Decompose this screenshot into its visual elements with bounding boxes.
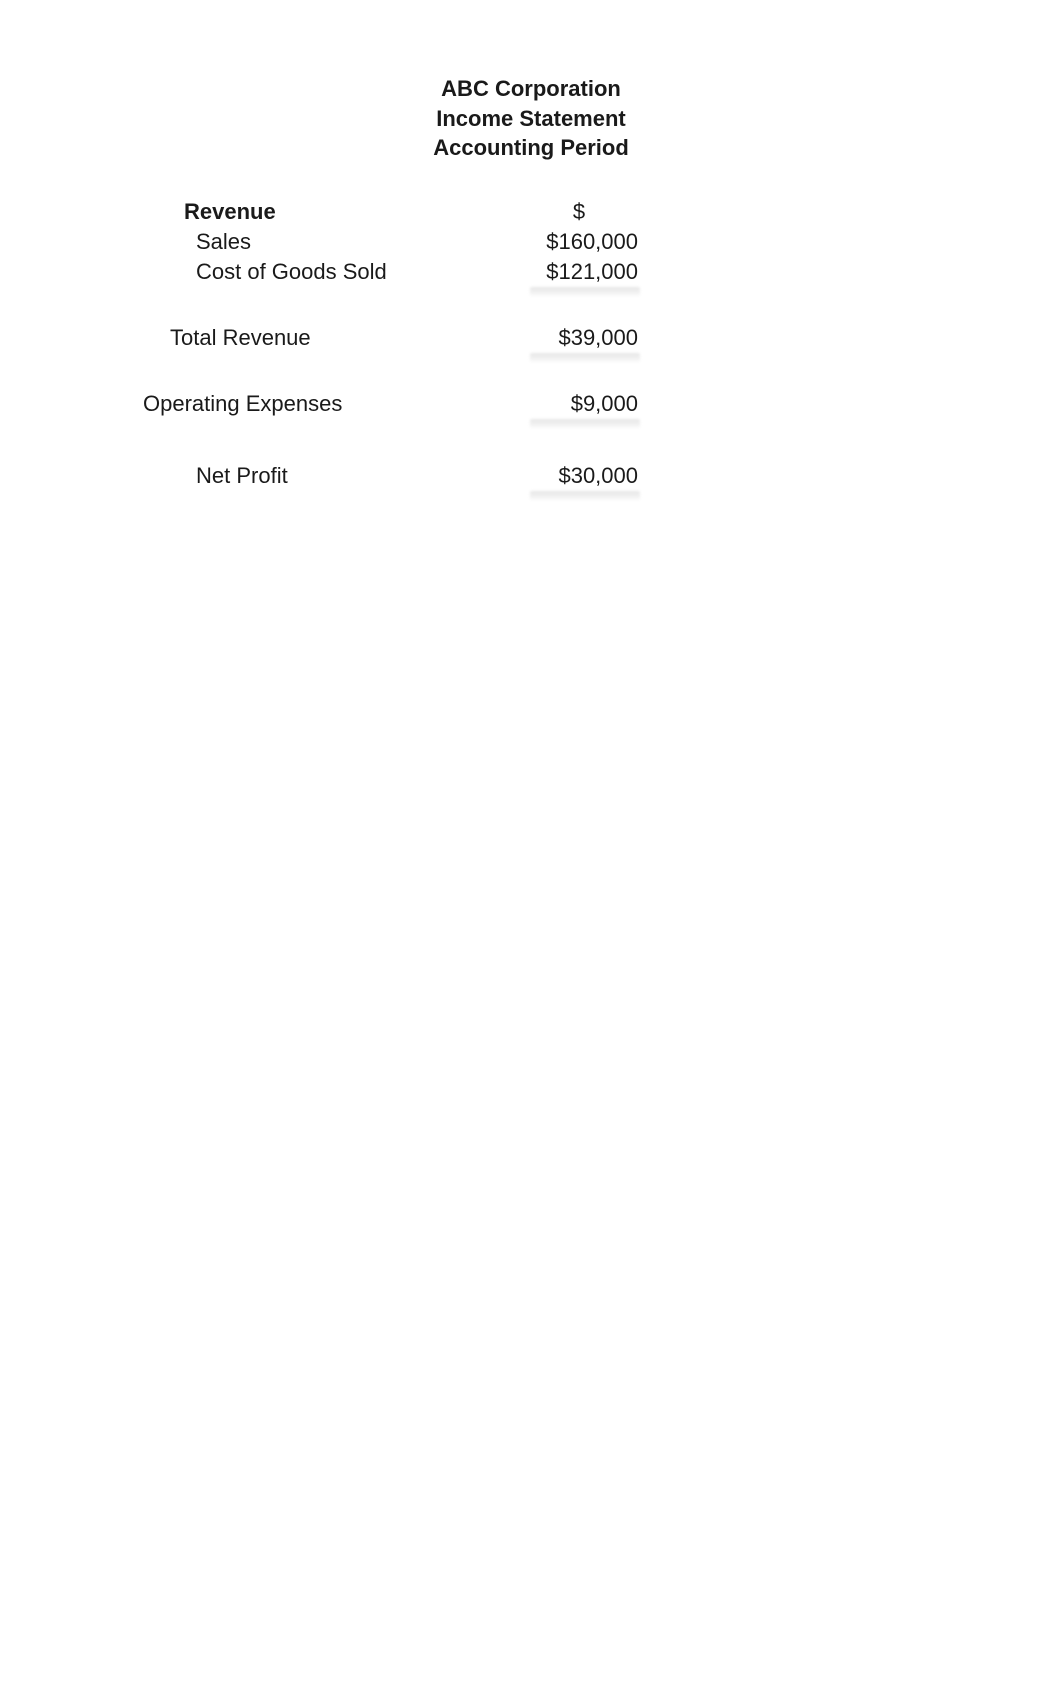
cogs-value-text: $121,000 [546, 259, 638, 284]
net-profit-value-text: $30,000 [558, 463, 638, 488]
cogs-row: Cost of Goods Sold $121,000 [140, 259, 780, 289]
income-statement-document: ABC Corporation Income Statement Account… [0, 0, 1062, 493]
cogs-label: Cost of Goods Sold [140, 259, 520, 285]
spacer [140, 289, 780, 325]
total-revenue-value: $39,000 [520, 325, 640, 351]
revenue-label: Revenue [140, 199, 520, 225]
accounting-period: Accounting Period [0, 133, 1062, 163]
revenue-header-row: Revenue $ [140, 199, 780, 229]
net-profit-label: Net Profit [140, 463, 520, 489]
statement-title: Income Statement [0, 104, 1062, 134]
net-profit-row: Net Profit $30,000 [140, 463, 780, 493]
operating-expenses-value: $9,000 [520, 391, 640, 417]
spacer [140, 355, 780, 391]
underline-divider [530, 419, 640, 429]
document-header: ABC Corporation Income Statement Account… [0, 74, 1062, 163]
underline-divider [530, 287, 640, 297]
sales-label: Sales [140, 229, 520, 255]
sales-value: $160,000 [520, 229, 640, 255]
sales-row: Sales $160,000 [140, 229, 780, 259]
currency-column-header: $ [520, 199, 640, 225]
total-revenue-row: Total Revenue $39,000 [140, 325, 780, 355]
operating-expenses-value-text: $9,000 [571, 391, 638, 416]
underline-divider [530, 491, 640, 501]
net-profit-value: $30,000 [520, 463, 640, 489]
total-revenue-value-text: $39,000 [558, 325, 638, 350]
total-revenue-label: Total Revenue [140, 325, 520, 351]
company-name: ABC Corporation [0, 74, 1062, 104]
statement-body: Revenue $ Sales $160,000 Cost of Goods S… [140, 199, 780, 493]
cogs-value: $121,000 [520, 259, 640, 285]
operating-expenses-row: Operating Expenses $9,000 [140, 391, 780, 421]
operating-expenses-label: Operating Expenses [140, 391, 520, 417]
underline-divider [530, 353, 640, 363]
spacer [140, 421, 780, 457]
